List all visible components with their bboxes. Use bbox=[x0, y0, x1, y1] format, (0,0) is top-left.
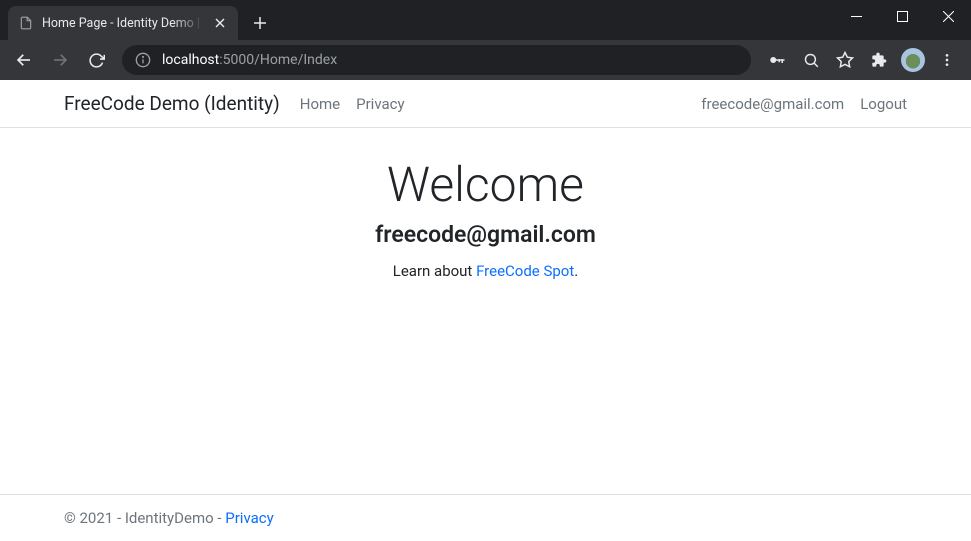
main-content: Welcome freecode@gmail.com Learn about F… bbox=[0, 128, 971, 494]
zoom-icon[interactable] bbox=[795, 44, 827, 76]
url-text: localhost:5000/Home/Index bbox=[162, 52, 337, 68]
tab-title: Home Page - Identity Demo | FreeCode bbox=[42, 16, 204, 31]
titlebar: Home Page - Identity Demo | FreeCode bbox=[0, 0, 971, 40]
url-host: localhost bbox=[162, 52, 219, 68]
close-window-button[interactable] bbox=[925, 0, 971, 32]
freecode-spot-link[interactable]: FreeCode Spot bbox=[476, 262, 574, 280]
learn-prefix: Learn about bbox=[393, 262, 476, 280]
new-tab-button[interactable] bbox=[246, 9, 274, 37]
learn-suffix: . bbox=[574, 262, 578, 280]
footer-text: © 2021 - IdentityDemo - bbox=[64, 509, 225, 527]
brand[interactable]: FreeCode Demo (Identity) bbox=[64, 92, 280, 115]
reload-button[interactable] bbox=[80, 44, 112, 76]
user-email-heading: freecode@gmail.com bbox=[0, 221, 971, 248]
minimize-button[interactable] bbox=[833, 0, 879, 32]
close-icon[interactable] bbox=[212, 15, 228, 31]
menu-icon[interactable] bbox=[931, 44, 963, 76]
profile-avatar[interactable] bbox=[901, 48, 925, 72]
key-icon[interactable] bbox=[761, 44, 793, 76]
window-controls bbox=[833, 0, 971, 32]
extensions-icon[interactable] bbox=[863, 44, 895, 76]
maximize-button[interactable] bbox=[879, 0, 925, 32]
site-navbar: FreeCode Demo (Identity) Home Privacy fr… bbox=[0, 80, 971, 128]
browser-tab[interactable]: Home Page - Identity Demo | FreeCode bbox=[8, 6, 238, 40]
url-path: :5000/Home/Index bbox=[219, 52, 337, 68]
toolbar-right bbox=[761, 44, 963, 76]
learn-text: Learn about FreeCode Spot. bbox=[0, 262, 971, 280]
footer: © 2021 - IdentityDemo - Privacy bbox=[0, 494, 971, 541]
browser-toolbar: localhost:5000/Home/Index bbox=[0, 40, 971, 80]
page-content: FreeCode Demo (Identity) Home Privacy fr… bbox=[0, 80, 971, 541]
info-icon[interactable] bbox=[134, 51, 152, 69]
forward-button[interactable] bbox=[44, 44, 76, 76]
nav-home[interactable]: Home bbox=[300, 95, 340, 113]
browser-chrome: Home Page - Identity Demo | FreeCode bbox=[0, 0, 971, 80]
welcome-heading: Welcome bbox=[0, 156, 971, 213]
star-icon[interactable] bbox=[829, 44, 861, 76]
file-icon bbox=[18, 15, 34, 31]
address-bar[interactable]: localhost:5000/Home/Index bbox=[122, 45, 751, 75]
footer-privacy-link[interactable]: Privacy bbox=[225, 509, 273, 527]
back-button[interactable] bbox=[8, 44, 40, 76]
logout-link[interactable]: Logout bbox=[860, 95, 907, 113]
nav-privacy[interactable]: Privacy bbox=[356, 95, 404, 113]
nav-user-email[interactable]: freecode@gmail.com bbox=[701, 95, 844, 113]
